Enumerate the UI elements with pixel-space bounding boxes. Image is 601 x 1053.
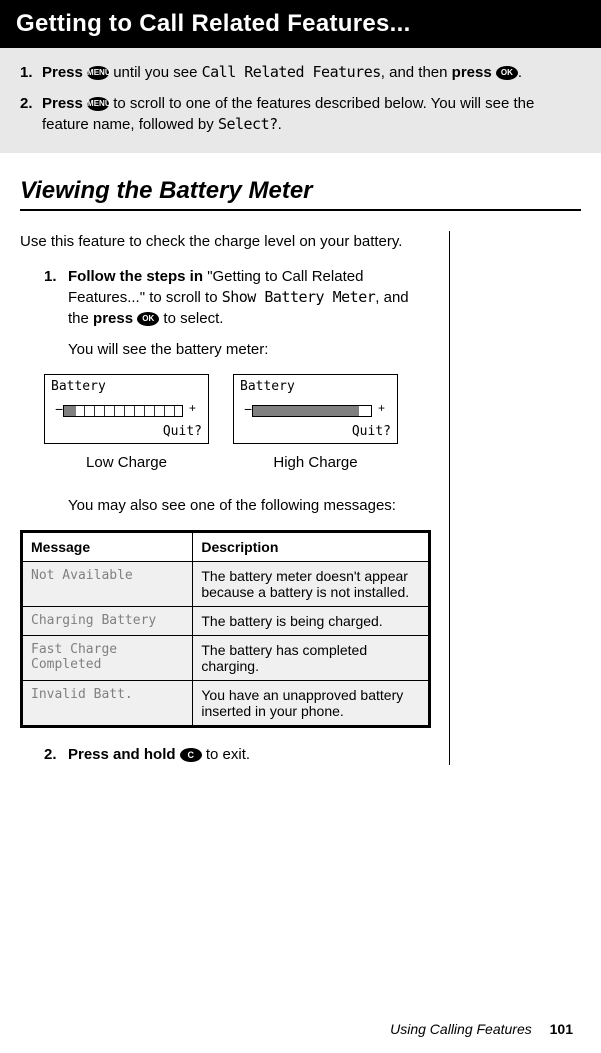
step1-press2: press bbox=[452, 64, 496, 81]
meter-bar bbox=[63, 405, 183, 417]
ok-button-icon: OK bbox=[496, 66, 518, 80]
page-footer: Using Calling Features 101 bbox=[390, 1021, 573, 1037]
s1-menu-text: Show Battery Meter bbox=[222, 288, 376, 306]
meter-captions-row: Low Charge High Charge bbox=[20, 454, 431, 471]
desc-cell: You have an unapproved battery inserted … bbox=[193, 681, 430, 727]
intro-steps-box: 1. Press MENU until you see Call Related… bbox=[0, 48, 601, 153]
meter-quit: Quit? bbox=[163, 424, 202, 439]
s1-bold-a: Follow the steps in bbox=[68, 268, 207, 285]
step1-text-e: . bbox=[518, 64, 522, 81]
step2-select-text: Select? bbox=[218, 115, 278, 133]
desc-cell: The battery is being charged. bbox=[193, 607, 430, 636]
s1-bold-d: press bbox=[93, 310, 137, 327]
table-row: Not Available The battery meter doesn't … bbox=[22, 562, 430, 607]
msg-cell: Invalid Batt. bbox=[22, 681, 193, 727]
s1-subtext: You will see the battery meter: bbox=[68, 339, 431, 360]
intro-step-1: 1. Press MENU until you see Call Related… bbox=[20, 62, 581, 83]
c-button-icon: C bbox=[180, 748, 202, 762]
table-row: Charging Battery The battery is being ch… bbox=[22, 607, 430, 636]
meter-fill-high bbox=[253, 406, 359, 416]
plus-icon: + bbox=[378, 401, 385, 415]
section-step-1: 1. Follow the steps in "Getting to Call … bbox=[44, 266, 431, 360]
messages-intro: You may also see one of the following me… bbox=[20, 495, 431, 516]
intro-step-2: 2. Press MENU to scroll to one of the fe… bbox=[20, 93, 581, 135]
section-title: Viewing the Battery Meter bbox=[20, 177, 581, 211]
step-number: 2. bbox=[20, 93, 33, 114]
section-step-2: 2. Press and hold C to exit. bbox=[44, 744, 431, 765]
content-column: Use this feature to check the charge lev… bbox=[20, 231, 450, 765]
battery-meter-low: Battery − + Quit? bbox=[44, 374, 209, 444]
intro-paragraph: Use this feature to check the charge lev… bbox=[20, 231, 431, 252]
meter-label: Battery bbox=[240, 379, 295, 394]
plus-icon: + bbox=[189, 401, 196, 415]
step-number: 1. bbox=[44, 266, 57, 287]
step-number: 1. bbox=[20, 62, 33, 83]
minus-icon: − bbox=[244, 401, 252, 417]
msg-cell: Charging Battery bbox=[22, 607, 193, 636]
col-description: Description bbox=[193, 532, 430, 562]
step2-text-c: . bbox=[278, 116, 282, 133]
step-number: 2. bbox=[44, 744, 57, 765]
high-charge-caption: High Charge bbox=[233, 454, 398, 471]
page-header: Getting to Call Related Features... bbox=[0, 0, 601, 48]
meter-fill-low bbox=[64, 406, 76, 416]
ok-button-icon: OK bbox=[137, 312, 159, 326]
desc-cell: The battery meter doesn't appear because… bbox=[193, 562, 430, 607]
page-number: 101 bbox=[550, 1021, 573, 1037]
meter-ticks bbox=[64, 406, 182, 416]
minus-icon: − bbox=[55, 401, 63, 417]
menu-button-icon: MENU bbox=[87, 66, 109, 80]
table-row: Fast Charge Completed The battery has co… bbox=[22, 636, 430, 681]
table-row: Invalid Batt. You have an unapproved bat… bbox=[22, 681, 430, 727]
s1-text-e: to select. bbox=[159, 310, 223, 327]
battery-meter-high: Battery − + Quit? bbox=[233, 374, 398, 444]
low-charge-caption: Low Charge bbox=[44, 454, 209, 471]
step1-menu-text: Call Related Features bbox=[202, 63, 381, 81]
s2-bold-a: Press and hold bbox=[68, 746, 180, 763]
meter-label: Battery bbox=[51, 379, 106, 394]
table-header-row: Message Description bbox=[22, 532, 430, 562]
s2-text-b: to exit. bbox=[206, 746, 250, 763]
step1-press: Press bbox=[42, 64, 87, 81]
col-message: Message bbox=[22, 532, 193, 562]
step2-press: Press bbox=[42, 95, 87, 112]
step2-text-b: to scroll to one of the features describ… bbox=[42, 95, 534, 133]
desc-cell: The battery has completed charging. bbox=[193, 636, 430, 681]
meter-bar bbox=[252, 405, 372, 417]
footer-section: Using Calling Features bbox=[390, 1021, 532, 1037]
menu-button-icon: MENU bbox=[87, 97, 109, 111]
meter-quit: Quit? bbox=[352, 424, 391, 439]
msg-cell: Fast Charge Completed bbox=[22, 636, 193, 681]
step1-text-b: until you see bbox=[113, 64, 201, 81]
messages-table: Message Description Not Available The ba… bbox=[20, 530, 431, 728]
step1-text-c: , and then bbox=[381, 64, 452, 81]
battery-meters-row: Battery − + Quit? Battery − + Quit? bbox=[20, 374, 431, 444]
msg-cell: Not Available bbox=[22, 562, 193, 607]
